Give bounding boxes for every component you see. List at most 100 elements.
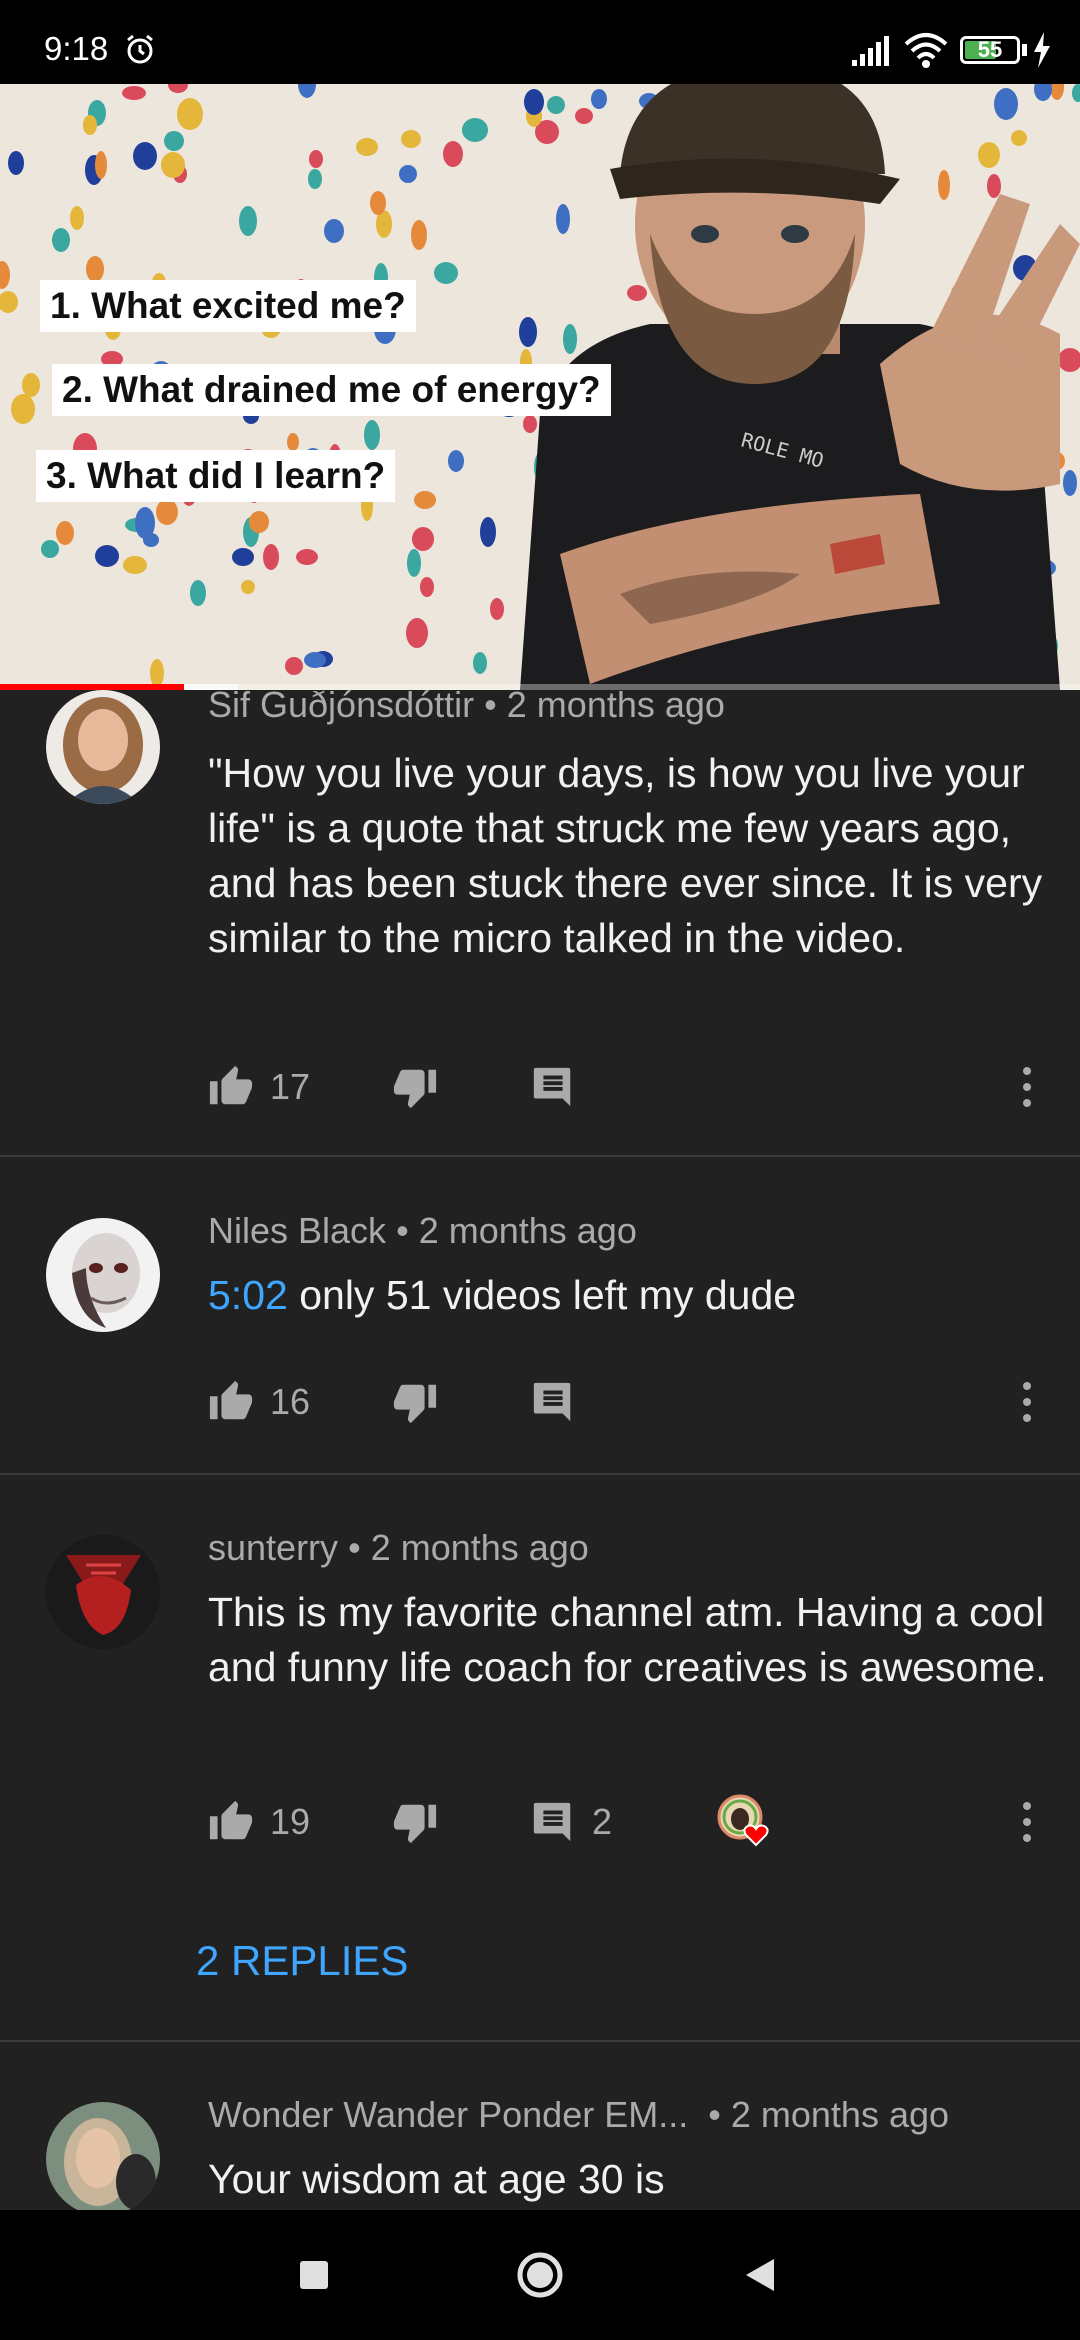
view-replies-button[interactable]: 2 REPLIES [196, 1937, 408, 1985]
wall-dot [41, 540, 59, 558]
wall-dot [143, 533, 159, 547]
avatar[interactable] [46, 2102, 160, 2210]
wall-dot [412, 527, 434, 551]
video-caption-3: 3. What did I learn? [36, 450, 396, 502]
comment-author[interactable]: sunterry [208, 1527, 338, 1568]
wall-dot [52, 228, 70, 252]
home-button[interactable] [510, 2245, 570, 2305]
wall-dot [156, 499, 178, 525]
thumbs-down-icon[interactable] [392, 1799, 438, 1845]
comment-meta: sunterry • 2 months ago [208, 1527, 589, 1568]
charging-icon [1034, 32, 1050, 68]
wall-dot [8, 151, 24, 175]
comment-text: This is my favorite channel atm. Having … [208, 1589, 1047, 1690]
recents-button[interactable] [284, 2245, 344, 2305]
wall-dot [177, 98, 203, 130]
comment-actions: 17 [208, 1058, 1048, 1118]
wall-dot [83, 115, 97, 135]
avatar[interactable] [46, 1218, 160, 1332]
wall-dot [324, 219, 344, 243]
more-options-icon[interactable] [1020, 1799, 1034, 1845]
wall-dot [411, 220, 427, 250]
avatar[interactable] [46, 690, 160, 804]
battery-level: 55 [977, 37, 1003, 62]
comment-divider [0, 1155, 1080, 1157]
back-button[interactable] [730, 2245, 790, 2305]
more-options-icon[interactable] [1020, 1379, 1034, 1425]
wall-dot [406, 618, 428, 648]
comment-time: 2 months ago [506, 690, 725, 725]
wall-dot [249, 511, 269, 533]
wall-dot [296, 549, 318, 565]
comment-time: 2 months ago [418, 1210, 637, 1251]
comment-actions: 16 [208, 1373, 1048, 1433]
wall-dot [123, 556, 147, 574]
more-options-icon[interactable] [1020, 1064, 1034, 1110]
wall-dot [364, 420, 380, 450]
battery-icon: 55 [960, 36, 1020, 64]
comment-divider [0, 2040, 1080, 2042]
wall-dot [0, 261, 10, 289]
comment-text: 5:02 only 51 videos left my dude [208, 1272, 797, 1318]
wall-dot [399, 165, 417, 183]
timestamp-link[interactable]: 5:02 [208, 1272, 288, 1318]
status-bar: 9:18 55 [0, 0, 1080, 84]
comment-divider [0, 1473, 1080, 1475]
wall-dot [308, 169, 322, 189]
wall-dot [56, 521, 74, 545]
wall-dot [473, 652, 487, 674]
comments-list[interactable]: Sif Guðjónsdóttir • 2 months ago "How yo… [0, 690, 1080, 2210]
creator-heart-icon[interactable] [716, 1793, 776, 1853]
wall-dot [150, 659, 164, 687]
wall-dot [22, 373, 40, 397]
wall-dot [241, 580, 255, 594]
thumbs-up-icon[interactable] [208, 1799, 254, 1845]
video-caption-1: 1. What excited me? [40, 280, 416, 332]
signal-icon [852, 36, 889, 66]
like-count: 19 [270, 1801, 311, 1842]
wall-dot [11, 394, 35, 424]
comment-time: 2 months ago [370, 1527, 589, 1568]
thumbs-up-icon[interactable] [208, 1379, 254, 1425]
wall-dot [95, 151, 107, 179]
wall-dot [420, 577, 434, 597]
wall-dot [462, 118, 488, 142]
wall-dot [434, 262, 458, 284]
like-count: 17 [270, 1066, 311, 1107]
comment-author[interactable]: Niles Black [208, 1210, 386, 1251]
thumbs-down-icon[interactable] [392, 1064, 438, 1110]
status-time: 9:18 [44, 30, 109, 67]
reply-count: 2 [592, 1801, 613, 1842]
comment-text: Your wisdom at age 30 is [208, 2156, 665, 2202]
avatar[interactable] [46, 1535, 160, 1649]
wall-dot [95, 545, 119, 567]
wall-dot [263, 544, 279, 570]
battery-tip [1022, 44, 1027, 56]
wall-dot [285, 657, 303, 675]
wall-dot [287, 433, 299, 451]
wall-dot [414, 491, 436, 509]
wall-dot [161, 152, 185, 178]
reply-icon[interactable] [530, 1379, 576, 1425]
video-player[interactable]: ROLE MO 1. What excited me? 2. What drai… [0, 84, 1080, 690]
wall-dot [0, 291, 18, 313]
thumbs-up-icon[interactable] [208, 1064, 254, 1110]
wall-dot [356, 138, 378, 156]
reply-icon[interactable] [530, 1064, 576, 1110]
wall-dot [239, 206, 257, 236]
wifi-icon [904, 33, 948, 68]
comment-author[interactable]: Wonder Wander Ponder EM... [208, 2094, 688, 2135]
system-nav-bar [0, 2210, 1080, 2340]
video-caption-2: 2. What drained me of energy? [52, 364, 611, 416]
alarm-icon [127, 34, 153, 64]
wall-dot [122, 86, 146, 100]
wall-dot [298, 84, 316, 98]
comment-meta: Sif Guðjónsdóttir • 2 months ago [208, 690, 725, 726]
wall-dot [86, 256, 104, 282]
comment-author[interactable]: Sif Guðjónsdóttir [208, 690, 474, 725]
reply-icon[interactable] [530, 1799, 576, 1845]
wall-dot [480, 517, 496, 547]
wall-dot [443, 141, 463, 167]
comment-meta: Wonder Wander Ponder EM... • 2 months ag… [208, 2094, 950, 2135]
thumbs-down-icon[interactable] [392, 1379, 438, 1425]
